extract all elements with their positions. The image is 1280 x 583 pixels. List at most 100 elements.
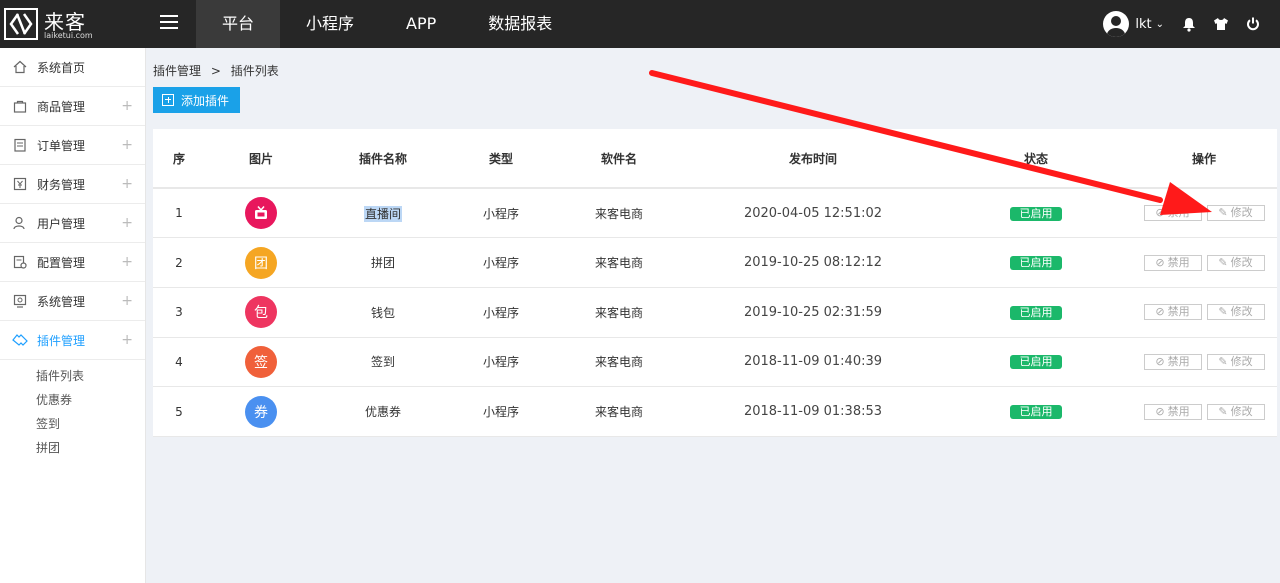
disable-label: 禁用 <box>1167 354 1190 368</box>
menu-toggle-icon[interactable] <box>160 15 178 31</box>
edit-icon: ✎ <box>1218 354 1228 368</box>
ban-icon: ⊘ <box>1155 354 1165 368</box>
edit-button[interactable]: ✎ 修改 <box>1206 353 1265 370</box>
column-header: 状态 <box>941 129 1131 189</box>
sidebar-subitem-plugin-list[interactable]: 插件列表 <box>0 364 145 388</box>
status-badge: 已启用 <box>1010 256 1062 271</box>
sidebar-subitem-coupon[interactable]: 优惠券 <box>0 388 145 412</box>
bag-icon <box>12 98 28 114</box>
finance-icon <box>12 176 28 192</box>
tab-miniprogram[interactable]: 小程序 <box>280 0 380 48</box>
table-header-row: 序 图片 插件名称 类型 软件名 发布时间 状态 操作 <box>153 129 1277 189</box>
edit-label: 修改 <box>1230 255 1253 269</box>
publish-time: 2018-11-09 01:40:39 <box>685 337 941 388</box>
sidebar: 系统首页 商品管理 + 订单管理 + 财务管理 + 用户管理 + 配置管理 + <box>0 48 146 583</box>
breadcrumb-parent[interactable]: 插件管理 <box>153 64 201 78</box>
edit-icon: ✎ <box>1218 404 1228 418</box>
tab-reports[interactable]: 数据报表 <box>462 0 578 48</box>
edit-icon: ✎ <box>1218 206 1228 220</box>
publish-time: 2019-10-25 08:12:12 <box>685 237 941 288</box>
add-plugin-label: 添加插件 <box>181 93 230 108</box>
avatar[interactable] <box>1103 11 1130 37</box>
tab-platform[interactable]: 平台 <box>196 0 281 48</box>
sidebar-subitem-signin[interactable]: 签到 <box>0 412 145 436</box>
table-row: 5 券优惠券 小程序 来客电商 2018-11-09 01:38:53 已启用 ⊘ 禁用 ✎ 修改 <box>153 386 1277 437</box>
top-right-tools: lkt ⌄ <box>1103 0 1280 48</box>
column-header: 操作 <box>1131 129 1277 189</box>
edit-icon: ✎ <box>1218 305 1228 319</box>
plugin-table: 序 图片 插件名称 类型 软件名 发布时间 状态 操作 1 直播间 小程序 来客电商 2… <box>153 129 1277 437</box>
breadcrumb-separator: > <box>210 64 221 78</box>
table-row: 4 签签到 小程序 来客电商 2018-11-09 01:40:39 已启用 ⊘ 禁用 ✎ 修改 <box>153 337 1277 388</box>
sidebar-item-orders[interactable]: 订单管理 + <box>0 126 145 165</box>
table-row: 1 直播间 小程序 来客电商 2020-04-05 12:51:02 已启用 ⊘ 禁用 ✎ 修改 <box>153 188 1277 239</box>
plus-icon[interactable]: + <box>121 98 133 114</box>
plugin-name: 拼团 <box>370 256 395 271</box>
logo-domain: laiketui.com <box>44 31 93 40</box>
logo-mark-icon <box>4 8 38 40</box>
disable-label: 禁用 <box>1167 305 1190 319</box>
software-name: 来客电商 <box>553 188 685 239</box>
plus-icon[interactable]: + <box>121 254 133 270</box>
table-row: 3 包钱包 小程序 来客电商 2019-10-25 02:31:59 已启用 ⊘ 禁用 ✎ 修改 <box>153 287 1277 338</box>
plus-icon[interactable]: + <box>121 215 133 231</box>
row-index: 1 <box>153 188 205 239</box>
sidebar-item-plugins[interactable]: 插件管理 + <box>0 321 145 360</box>
tab-app[interactable]: APP <box>380 0 462 48</box>
sidebar-item-label: 系统首页 <box>37 60 86 75</box>
user-name[interactable]: lkt <box>1135 17 1151 32</box>
sidebar-item-products[interactable]: 商品管理 + <box>0 87 145 126</box>
plugin-image-icon: 团 <box>245 246 277 279</box>
sidebar-item-config[interactable]: 配置管理 + <box>0 243 145 282</box>
plugin-name: 签到 <box>370 355 395 370</box>
disable-button[interactable]: ⊘ 禁用 <box>1143 254 1202 271</box>
sidebar-item-label: 系统管理 <box>37 294 86 309</box>
edit-button[interactable]: ✎ 修改 <box>1206 403 1265 420</box>
power-icon[interactable] <box>1244 15 1262 33</box>
live-tv-icon <box>245 197 277 230</box>
disable-button[interactable]: ⊘ 禁用 <box>1143 353 1202 370</box>
plugin-image-icon: 签 <box>245 345 277 378</box>
disable-button[interactable]: ⊘ 禁用 <box>1143 205 1202 222</box>
plugin-submenu: 插件列表 优惠券 签到 拼团 <box>0 360 145 460</box>
row-index: 3 <box>153 287 205 338</box>
disable-button[interactable]: ⊘ 禁用 <box>1143 304 1202 321</box>
plus-icon[interactable]: + <box>121 176 133 192</box>
edit-label: 修改 <box>1230 354 1253 368</box>
logo[interactable]: 来客 laiketui.com <box>4 8 104 42</box>
edit-button[interactable]: ✎ 修改 <box>1206 254 1265 271</box>
plus-icon[interactable]: + <box>121 332 133 348</box>
plus-icon[interactable]: + <box>121 293 133 309</box>
plugin-table-card: 序 图片 插件名称 类型 软件名 发布时间 状态 操作 1 直播间 小程序 来客电商 2… <box>153 129 1277 437</box>
chevron-down-icon[interactable]: ⌄ <box>1156 19 1164 30</box>
disable-button[interactable]: ⊘ 禁用 <box>1143 403 1202 420</box>
sidebar-item-label: 配置管理 <box>37 255 86 270</box>
sidebar-item-label: 订单管理 <box>37 138 86 153</box>
sidebar-item-users[interactable]: 用户管理 + <box>0 204 145 243</box>
plugin-type: 小程序 <box>449 237 553 288</box>
column-header: 类型 <box>449 129 553 189</box>
edit-label: 修改 <box>1230 206 1253 220</box>
edit-button[interactable]: ✎ 修改 <box>1206 205 1265 222</box>
edit-button[interactable]: ✎ 修改 <box>1206 304 1265 321</box>
row-index: 4 <box>153 337 205 388</box>
sidebar-item-system[interactable]: 系统管理 + <box>0 282 145 321</box>
row-index: 2 <box>153 237 205 288</box>
publish-time: 2019-10-25 02:31:59 <box>685 287 941 338</box>
plugin-type: 小程序 <box>449 386 553 437</box>
sidebar-item-finance[interactable]: 财务管理 + <box>0 165 145 204</box>
disable-label: 禁用 <box>1167 206 1190 220</box>
software-name: 来客电商 <box>553 386 685 437</box>
edit-label: 修改 <box>1230 305 1253 319</box>
plus-icon[interactable]: + <box>121 137 133 153</box>
add-plugin-button[interactable]: 添加插件 <box>153 87 240 113</box>
sidebar-subitem-groupbuy[interactable]: 拼团 <box>0 436 145 460</box>
breadcrumb-current: 插件列表 <box>230 64 279 78</box>
top-bar: 来客 laiketui.com 平台 小程序 APP 数据报表 lkt ⌄ <box>0 0 1280 48</box>
bell-icon[interactable] <box>1180 15 1198 33</box>
plugin-name: 钱包 <box>370 305 395 320</box>
shirt-icon[interactable] <box>1212 15 1230 33</box>
sidebar-item-home[interactable]: 系统首页 <box>0 48 145 87</box>
system-icon <box>12 293 28 309</box>
ban-icon: ⊘ <box>1155 305 1165 319</box>
